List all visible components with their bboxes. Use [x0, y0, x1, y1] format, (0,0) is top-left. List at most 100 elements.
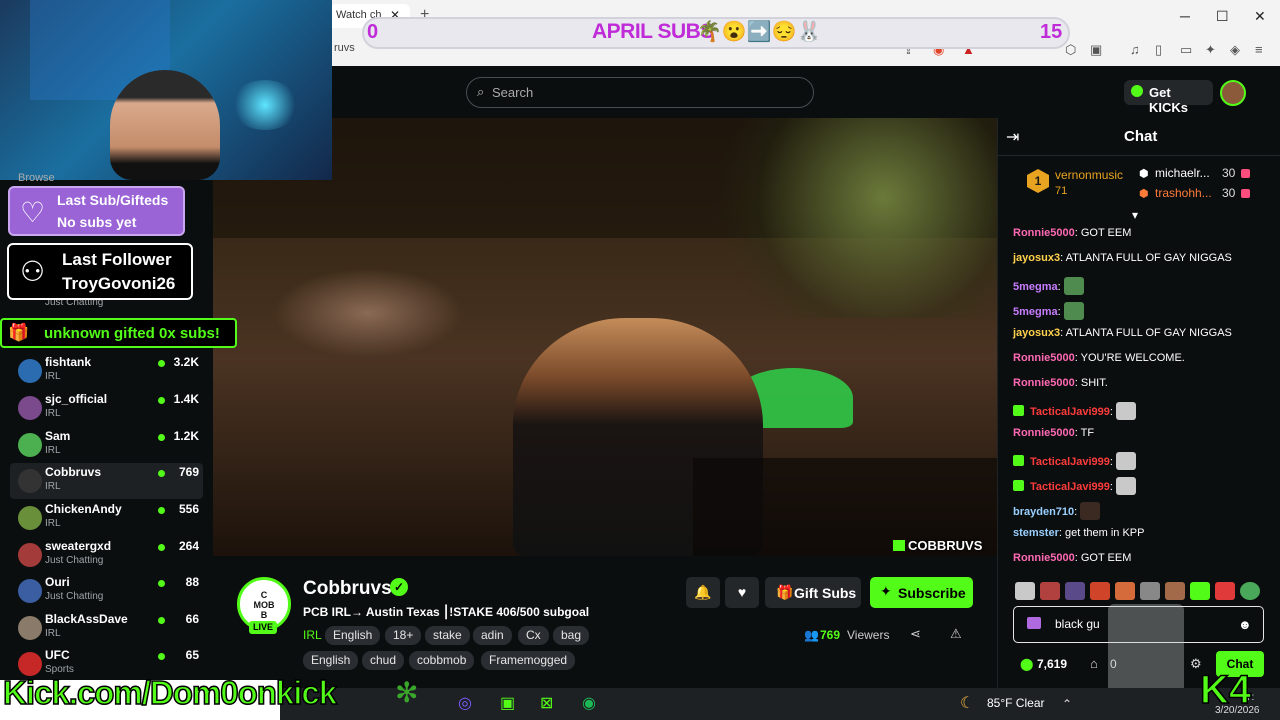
media-icon[interactable]: ♫ [1130, 42, 1140, 57]
gifter-badge-icon [1013, 405, 1024, 416]
chat-message: Ronnie5000: TF [1013, 427, 1095, 439]
gift-icon [1241, 169, 1250, 178]
chevron-up-icon[interactable]: ⌃ [1062, 697, 1072, 711]
collapse-chat-icon[interactable]: ⇥ [1006, 127, 1019, 147]
report-icon[interactable]: ⚠ [950, 626, 962, 642]
emoji-picker-icon[interactable]: ☻ [1238, 617, 1252, 632]
chat-message: stemster: get them in KPP [1013, 527, 1145, 539]
close-window-icon[interactable]: ✕ [1254, 8, 1266, 25]
channel-name[interactable]: Cobbruvs [303, 578, 392, 600]
emote-icon[interactable] [1040, 582, 1060, 600]
video-player[interactable] [213, 118, 997, 556]
viewers-label: Viewers [847, 628, 890, 642]
leaderboard-name[interactable]: trashohh... [1155, 186, 1212, 200]
follow-heart-button[interactable]: ♥ [725, 577, 759, 608]
sidebar-toggle-icon[interactable]: ▯ [1155, 42, 1162, 58]
address-bar[interactable]: ruvs [330, 42, 355, 54]
chat-message: TacticalJavi999: [1013, 477, 1137, 495]
extensions-icon[interactable]: ⬡ [1065, 42, 1076, 58]
minimize-icon[interactable]: ─ [1180, 8, 1190, 24]
ai-icon[interactable]: ✦ [1205, 42, 1216, 58]
app-icon[interactable]: ◎ [458, 693, 472, 713]
screenshot-icon[interactable]: ▣ [1090, 42, 1102, 58]
sidebar-browse-label[interactable]: Browse [18, 172, 55, 184]
live-dot-icon [158, 544, 165, 551]
emote-icon[interactable] [1115, 582, 1135, 600]
emote-icon[interactable] [1215, 582, 1235, 600]
chat-message: Ronnie5000: YOU'RE WELCOME. [1013, 352, 1185, 364]
chat-input-value[interactable]: black gu [1055, 617, 1100, 631]
avatar[interactable] [1220, 80, 1246, 106]
pinned-toggle-icon[interactable]: ▾ [1132, 208, 1138, 222]
rank-icon: ⬢ [1139, 168, 1149, 180]
last-sub-label: Last Sub/Gifteds [57, 192, 169, 208]
add-user-icon: ⚇ [20, 256, 46, 287]
tag[interactable]: Framemogged [481, 651, 576, 670]
emote-icon[interactable] [1190, 582, 1210, 600]
category-link[interactable]: IRL [303, 628, 322, 642]
sidebar-item-cobbruvs[interactable]: Cobbruvs IRL 769 [10, 463, 203, 499]
share-icon[interactable]: ⋖ [910, 626, 921, 642]
kick-url-overlay: Kick.com/Dom0onkick [2, 673, 338, 712]
tag[interactable]: English [303, 651, 359, 670]
last-sub-value: No subs yet [57, 214, 137, 230]
emote-icon[interactable] [1065, 582, 1085, 600]
stream-title: PCB IRL→ Austin Texas ⎮!STAKE 406/500 su… [303, 605, 590, 619]
tag[interactable]: stake [425, 626, 470, 645]
sidebar-item-blackassdave[interactable]: BlackAssDave IRL 66 [10, 610, 203, 646]
sidebar-item-sjc-official[interactable]: sjc_official IRL 1.4K [10, 390, 203, 426]
tag[interactable]: Cx [518, 626, 549, 645]
sidebar-item-ouri[interactable]: Ouri Just Chatting 88 [10, 573, 203, 609]
chat-message: jayosux3: ATLANTA FULL OF GAY NIGGAS [1013, 327, 1232, 339]
emote-icon[interactable] [1140, 582, 1160, 600]
tag[interactable]: adin [473, 626, 512, 645]
pepe-emote-icon [1063, 277, 1084, 295]
tag[interactable]: chud [362, 651, 405, 670]
verified-icon: ✓ [390, 578, 408, 596]
wallet-icon[interactable]: ▭ [1180, 42, 1192, 58]
chat-message: TacticalJavi999: [1013, 452, 1137, 470]
emote-icon[interactable] [1165, 582, 1185, 600]
tag[interactable]: cobbmob [409, 651, 475, 670]
live-dot-icon [158, 507, 165, 514]
top-gifter-name[interactable]: vernonmusic [1055, 168, 1123, 182]
points-count[interactable]: 7,619 [1037, 657, 1067, 671]
menu-icon[interactable]: ≡ [1255, 42, 1263, 57]
tag[interactable]: English [325, 626, 381, 645]
gifter-badge-icon [1013, 480, 1024, 491]
emote-icon[interactable] [1240, 582, 1260, 600]
live-badge: LIVE [249, 621, 277, 634]
tag[interactable]: bag [553, 626, 590, 645]
leaderboard-count: 30 [1222, 166, 1236, 180]
avatar [18, 506, 42, 530]
viewer-count: 769 [820, 628, 841, 642]
sidebar-item-chickenandy[interactable]: ChickenAndy IRL 556 [10, 500, 203, 536]
taskbar [280, 688, 1280, 720]
xbox-icon[interactable]: ⊠ [540, 693, 553, 713]
top-gifter-count: 71 [1055, 185, 1068, 197]
sidebar-item-sam[interactable]: Sam IRL 1.2K [10, 427, 203, 463]
chat-message: TacticalJavi999: [1013, 402, 1137, 420]
sidebar-item-fishtank[interactable]: fishtank IRL 3.2K [10, 353, 203, 389]
emote-icon [1080, 502, 1101, 520]
sidebar-item-sweatergxd[interactable]: sweatergxd Just Chatting 264 [10, 537, 203, 573]
chat-message: Ronnie5000: SHIT. [1013, 377, 1108, 389]
gift-icon: 🎁 [776, 584, 794, 600]
notification-bell-button[interactable]: 🔔 [686, 577, 720, 608]
avatar [18, 469, 42, 493]
weather-text[interactable]: 85°F Clear [961, 696, 1045, 710]
points-icon: ⬤ [1020, 657, 1034, 671]
app-icon[interactable]: ▣ [500, 693, 515, 713]
tag[interactable]: 18+ [385, 626, 422, 645]
emote-icon[interactable] [1090, 582, 1110, 600]
live-dot-icon [158, 653, 165, 660]
leaderboard-name[interactable]: michaelr... [1155, 166, 1210, 180]
shop-icon[interactable]: ⌂ [1090, 656, 1098, 671]
video-watermark: COBBRUVS [908, 538, 983, 553]
pepe-emote-icon [1063, 302, 1084, 320]
emote-icon[interactable] [1015, 582, 1035, 600]
maximize-icon[interactable]: ☐ [1216, 8, 1229, 25]
spotify-icon[interactable]: ◉ [582, 693, 596, 713]
avatar [18, 652, 42, 676]
vpn-icon[interactable]: ◈ [1230, 42, 1240, 58]
